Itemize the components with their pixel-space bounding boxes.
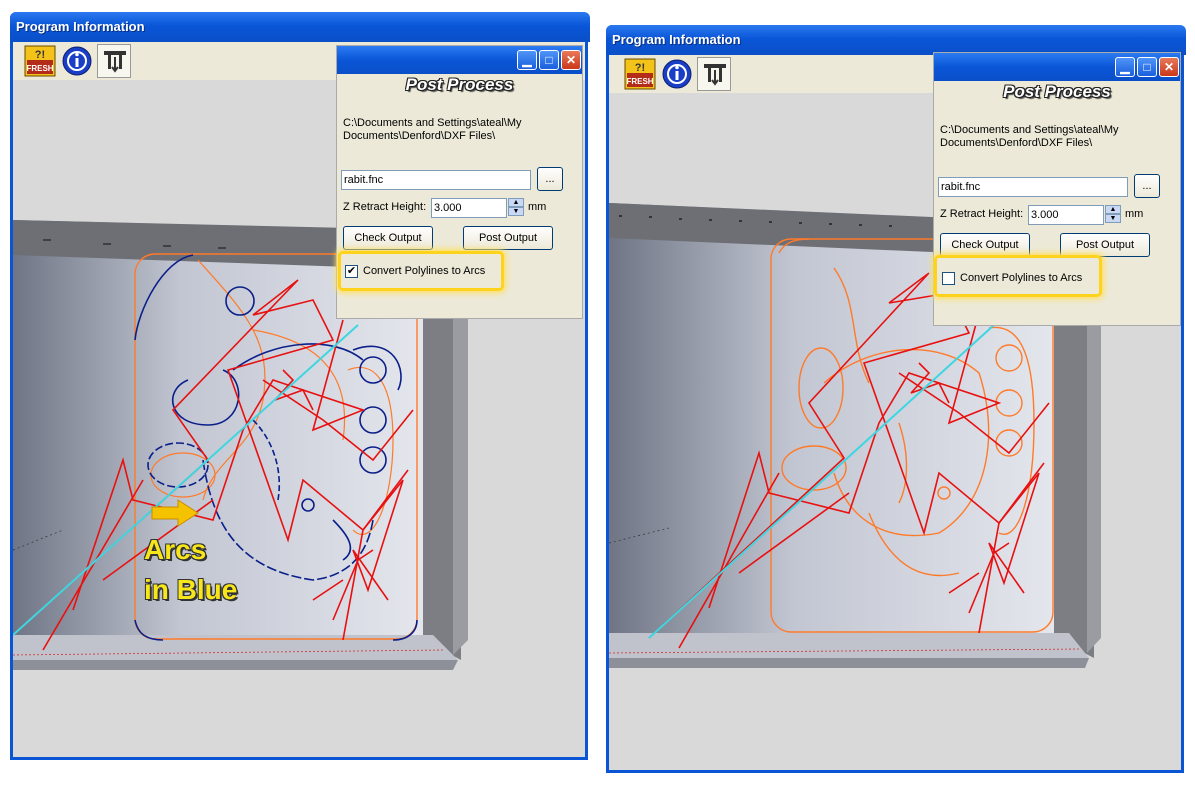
dialog-heading: Post Process — [405, 75, 514, 94]
folder-path: C:\Documents and Settings\ateal\My Docum… — [940, 124, 1119, 149]
browse-button[interactable]: ... — [1134, 174, 1160, 198]
refresh-icon: ?! FRESH — [24, 45, 56, 77]
spin-down-icon[interactable]: ▼ — [508, 207, 524, 216]
close-button[interactable]: ✕ — [1159, 57, 1179, 77]
z-retract-input[interactable]: 3.000 — [431, 198, 507, 218]
spin-up-icon[interactable]: ▲ — [508, 198, 524, 207]
fixture-button[interactable] — [97, 44, 131, 78]
minimize-button[interactable]: ▁ — [1115, 57, 1135, 77]
annotation-line-1: Arcs — [144, 534, 207, 565]
checkbox-highlight — [934, 255, 1102, 297]
z-retract-spinner[interactable]: ▲ ▼ — [1105, 205, 1121, 225]
spin-down-icon[interactable]: ▼ — [1105, 214, 1121, 223]
browse-button[interactable]: ... — [537, 167, 563, 191]
check-output-button[interactable]: Check Output — [940, 233, 1030, 257]
post-output-button[interactable]: Post Output — [1060, 233, 1150, 257]
maximize-button[interactable]: □ — [1137, 57, 1157, 77]
maximize-button[interactable]: □ — [539, 50, 559, 70]
spin-up-icon[interactable]: ▲ — [1105, 205, 1121, 214]
close-button[interactable]: ✕ — [561, 50, 581, 70]
fixture-button[interactable] — [697, 57, 731, 91]
svg-text:FRESH: FRESH — [626, 77, 653, 86]
left-screenshot: Program Information ?! FRESH Arcs in Blu… — [10, 12, 590, 762]
svg-text:?!: ?! — [635, 62, 645, 74]
filename-field[interactable]: rabit.fnc — [341, 170, 531, 190]
annotation-line-2: in Blue — [144, 574, 238, 605]
z-retract-label: Z Retract Height: — [343, 201, 427, 213]
dialog-titlebar: ▁ □ ✕ — [934, 53, 1180, 81]
refresh-button[interactable]: ?! FRESH — [623, 57, 657, 91]
z-retract-spinner[interactable]: ▲ ▼ — [508, 198, 524, 218]
fixture-icon — [104, 51, 126, 73]
arcs-annotation: Arcs in Blue — [144, 530, 237, 610]
folder-path: C:\Documents and Settings\ateal\My Docum… — [343, 117, 522, 142]
window-title: Program Information — [10, 12, 590, 42]
minimize-button[interactable]: ▁ — [517, 50, 537, 70]
check-output-button[interactable]: Check Output — [343, 226, 433, 250]
svg-text:?!: ?! — [35, 49, 45, 61]
svg-text:FRESH: FRESH — [26, 64, 53, 73]
dialog-titlebar: ▁ □ ✕ — [337, 46, 582, 74]
dialog-heading: Post Process — [1003, 82, 1111, 101]
checkbox-highlight — [338, 251, 504, 291]
right-screenshot: Program Information ?! FRESH ▁ □ ✕ Post … — [606, 25, 1186, 775]
info-icon — [662, 59, 692, 89]
filename-field[interactable]: rabit.fnc — [938, 177, 1128, 197]
unit-label: mm — [1125, 208, 1144, 220]
arrow-right-icon — [151, 499, 199, 527]
window-title: Program Information — [606, 25, 1186, 55]
post-output-button[interactable]: Post Output — [463, 226, 553, 250]
z-retract-input[interactable]: 3.000 — [1028, 205, 1104, 225]
refresh-button[interactable]: ?! FRESH — [23, 44, 57, 78]
info-icon — [62, 46, 92, 76]
unit-label: mm — [528, 201, 547, 213]
info-button[interactable] — [60, 44, 94, 78]
refresh-icon: ?! FRESH — [624, 58, 656, 90]
info-button[interactable] — [660, 57, 694, 91]
z-retract-label: Z Retract Height: — [940, 208, 1024, 220]
fixture-icon — [704, 64, 726, 86]
